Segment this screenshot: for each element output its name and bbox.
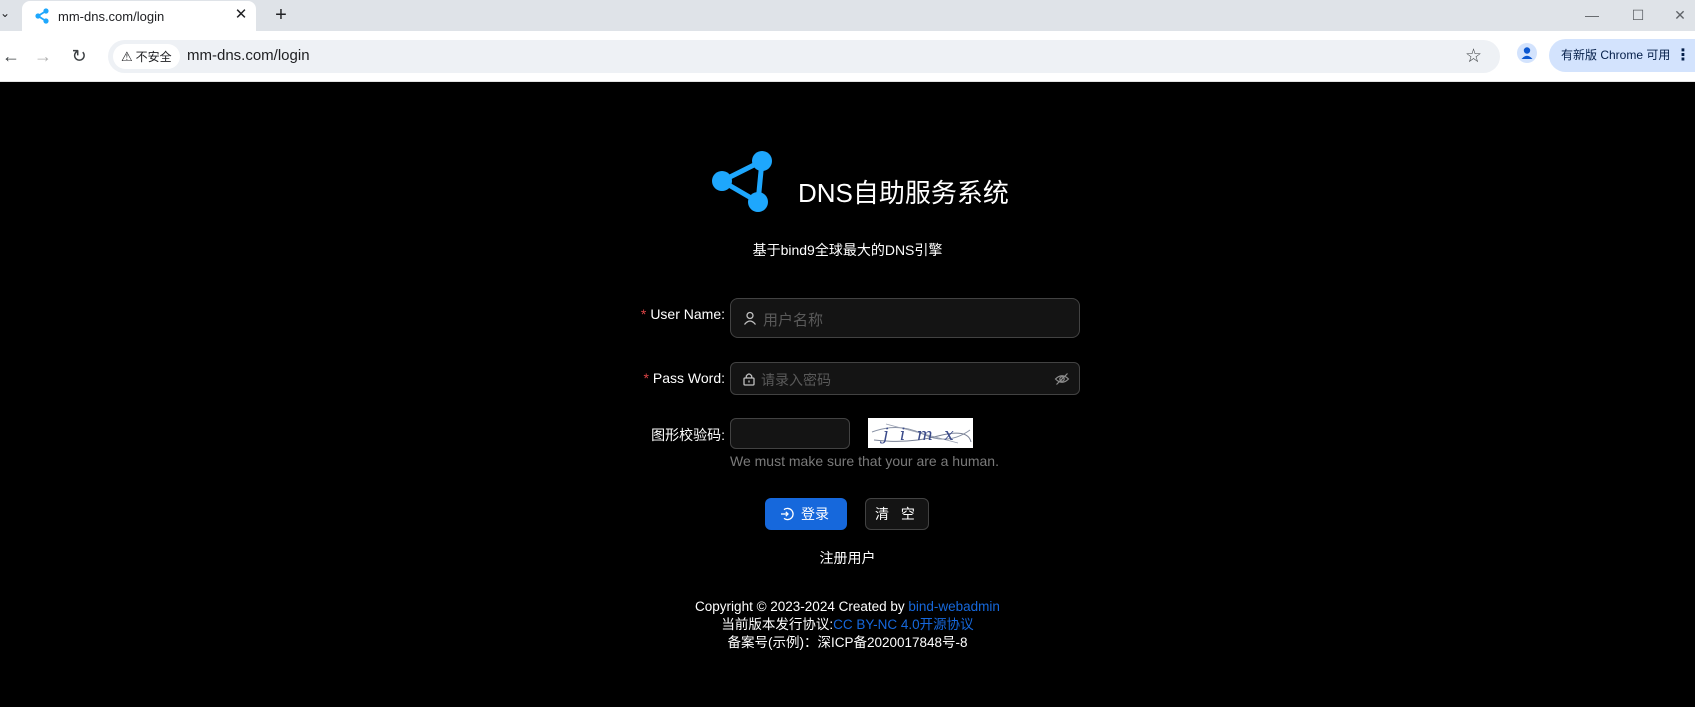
license-text: 当前版本发行协议: <box>721 617 834 632</box>
warning-triangle-icon: ⚠ <box>121 49 133 64</box>
login-button[interactable]: 登录 <box>765 498 847 530</box>
share-nodes-logo-icon <box>712 151 772 212</box>
lock-icon <box>743 373 755 386</box>
username-label: * User Name: <box>640 306 725 322</box>
browser-tab[interactable]: mm-dns.com/login ✕ <box>22 1 256 31</box>
security-chip[interactable]: ⚠ 不安全 <box>113 44 180 69</box>
login-page: DNS自助服务系统 基于bind9全球最大的DNS引擎 * User Name: … <box>0 89 1695 707</box>
window-minimize-icon[interactable]: — <box>1577 4 1607 26</box>
login-icon <box>781 507 794 521</box>
eye-invisible-icon[interactable] <box>1054 371 1070 387</box>
license-link[interactable]: CC BY-NC 4.0开源协议 <box>833 617 974 632</box>
window-close-icon[interactable]: ✕ <box>1665 4 1695 26</box>
captcha-hint: We must make sure that your are a human. <box>730 453 999 469</box>
browser-tabstrip: ⌄ mm-dns.com/login ✕ + — ☐ ✕ <box>0 0 1695 31</box>
share-nodes-favicon-icon <box>35 8 49 24</box>
captcha-text: j i m x <box>879 425 957 445</box>
reload-icon[interactable]: ↻ <box>68 45 90 67</box>
icp-line: 备案号(示例)：深ICP备2020017848号-8 <box>727 635 968 650</box>
window-maximize-icon[interactable]: ☐ <box>1623 4 1653 26</box>
bookmark-star-icon[interactable]: ☆ <box>1465 45 1482 68</box>
profile-avatar-icon[interactable] <box>1517 43 1537 63</box>
chrome-update-button[interactable]: 有新版 Chrome 可用 ⋮ <box>1549 39 1695 72</box>
browser-toolbar: ← → ↻ ⚠ 不安全 mm-dns.com/login ☆ 有新版 Chrome… <box>0 31 1695 82</box>
copyright-line: Copyright © 2023-2024 Created by bind-we… <box>0 598 1695 616</box>
footer: Copyright © 2023-2024 Created by bind-we… <box>0 598 1695 652</box>
captcha-label: 图形校验码: <box>651 427 725 443</box>
tab-close-icon[interactable]: ✕ <box>232 6 250 24</box>
update-label: 有新版 Chrome 可用 <box>1561 48 1671 62</box>
username-placeholder: 用户名称 <box>763 312 824 329</box>
password-label: * Pass Word: <box>643 370 725 386</box>
required-asterisk: * <box>640 306 647 322</box>
license-line: 当前版本发行协议:CC BY-NC 4.0开源协议 <box>0 616 1695 634</box>
back-arrow-icon[interactable]: ← <box>0 45 22 67</box>
register-link[interactable]: 注册用户 <box>0 548 1695 568</box>
login-button-label: 登录 <box>801 506 829 522</box>
brand-title: DNS自助服务系统 <box>798 178 1009 208</box>
url-text[interactable]: mm-dns.com/login <box>187 47 310 64</box>
password-field[interactable]: 请录入密码 <box>730 362 1080 395</box>
captcha-input[interactable] <box>730 418 850 449</box>
new-tab-plus-icon[interactable]: + <box>270 4 292 26</box>
copyright-text: Copyright © 2023-2024 Created by <box>695 599 909 614</box>
username-field[interactable]: 用户名称 <box>730 298 1080 338</box>
required-asterisk: * <box>643 370 649 386</box>
brand-subtitle: 基于bind9全球最大的DNS引擎 <box>752 242 943 258</box>
bind-webadmin-link[interactable]: bind-webadmin <box>908 599 1000 614</box>
forward-arrow-icon[interactable]: → <box>32 45 54 67</box>
clear-button[interactable]: 清 空 <box>865 498 929 530</box>
security-label: 不安全 <box>135 50 172 64</box>
tab-title: mm-dns.com/login <box>58 9 165 24</box>
user-icon <box>743 311 757 325</box>
tab-search-chevron-icon[interactable]: ⌄ <box>0 6 14 24</box>
menu-dots-icon[interactable]: ⋮ <box>1675 39 1691 72</box>
password-placeholder: 请录入密码 <box>761 372 831 388</box>
captcha-image[interactable]: j i m x <box>868 418 973 448</box>
address-bar[interactable]: ⚠ 不安全 mm-dns.com/login ☆ <box>108 40 1500 73</box>
